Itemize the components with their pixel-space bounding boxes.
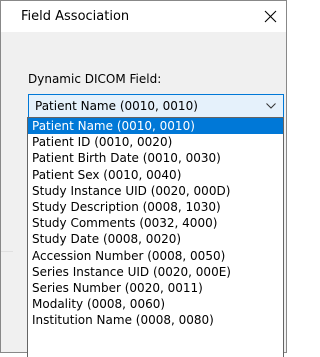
dropdown-option[interactable]: Institution Name (0008, 0080) <box>28 312 283 328</box>
chevron-down-icon <box>266 103 276 109</box>
dropdown-option[interactable]: Patient Sex (0010, 0040) <box>28 167 283 183</box>
dicom-field-combobox[interactable]: Patient Name (0010, 0010) <box>28 94 284 118</box>
dropdown-option[interactable]: Study Comments (0032, 4000) <box>28 215 283 231</box>
dropdown-option[interactable]: Patient Name (0010, 0010) <box>28 118 283 135</box>
dynamic-dicom-field-label: Dynamic DICOM Field: <box>28 72 162 86</box>
dialog-title: Field Association <box>21 9 130 24</box>
dropdown-option[interactable]: Series Instance UID (0020, 000E) <box>28 264 283 280</box>
combobox-dropdown-button[interactable] <box>259 95 283 117</box>
dicom-field-dropdown-list[interactable]: Patient Name (0010, 0010) Patient ID (001… <box>27 117 284 357</box>
dropdown-option[interactable]: Accession Number (0008, 0050) <box>28 248 283 264</box>
dropdown-option[interactable]: Patient Birth Date (0010, 0030) <box>28 150 283 166</box>
close-icon <box>264 10 277 23</box>
dropdown-option[interactable]: Series Number (0020, 0011) <box>28 280 283 296</box>
dropdown-option[interactable]: Study Description (0008, 1030) <box>28 199 283 215</box>
dropdown-option[interactable]: Patient ID (0010, 0020) <box>28 134 283 150</box>
dialog-divider <box>1 251 13 252</box>
dropdown-option[interactable]: Study Date (0008, 0020) <box>28 231 283 247</box>
combobox-selected-value: Patient Name (0010, 0010) <box>35 99 198 113</box>
dropdown-option[interactable]: Study Instance UID (0020, 000D) <box>28 183 283 199</box>
title-bar: Field Association <box>1 1 286 32</box>
close-button[interactable] <box>256 1 286 32</box>
dropdown-option[interactable]: Modality (0008, 0060) <box>28 296 283 312</box>
